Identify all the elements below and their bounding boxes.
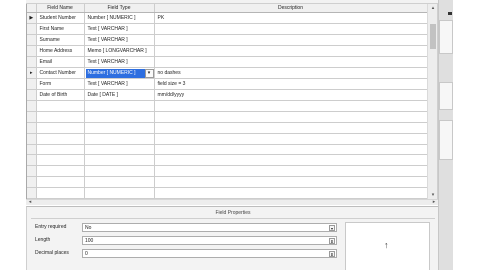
description-cell[interactable]	[154, 23, 428, 35]
table-row[interactable]: Email Text [ VARCHAR ]	[27, 56, 428, 68]
description-cell[interactable]	[154, 45, 428, 57]
property-label: Length	[35, 237, 51, 243]
field-grid: Field Name Field Type Description ▶ Stud…	[26, 4, 438, 205]
side-panel-strip	[438, 0, 453, 270]
row-header[interactable]	[27, 23, 37, 35]
field-properties-panel: Field Properties Entry required No ▾ Len…	[26, 206, 438, 270]
row-header[interactable]	[27, 89, 37, 101]
row-header[interactable]	[27, 78, 37, 90]
empty-row[interactable]	[27, 187, 428, 200]
field-type-cell[interactable]: Text [ VARCHAR ]	[84, 78, 155, 90]
empty-row[interactable]	[27, 165, 428, 178]
field-type-cell[interactable]: Number [ NUMERIC ]	[84, 12, 155, 24]
side-tab[interactable]	[439, 120, 453, 160]
field-type-selected-value[interactable]: Number [ NUMERIC ]	[85, 69, 145, 78]
spin-icon[interactable]: ⬍	[329, 238, 335, 244]
table-row-selected[interactable]: ▸ Contact Number Number [ NUMERIC ] ▾ no …	[27, 67, 428, 79]
length-value: 100	[85, 238, 94, 244]
description-cell[interactable]	[154, 56, 428, 68]
property-decimal-places: Decimal places 0 ⬍	[35, 249, 337, 258]
empty-row[interactable]	[27, 111, 428, 123]
empty-row[interactable]	[27, 154, 428, 167]
window-control-icon[interactable]	[448, 12, 452, 15]
table-header-row: Field Name Field Type Description	[27, 4, 428, 13]
field-type-select[interactable]: Number [ NUMERIC ] ▾	[84, 67, 155, 79]
empty-row[interactable]	[27, 133, 428, 145]
up-arrow-icon: ↑	[384, 240, 389, 250]
field-properties-title: Field Properties	[215, 210, 251, 216]
vertical-scrollbar[interactable]: ▴ ▾	[427, 4, 437, 199]
description-cell[interactable]: mm/dd/yyyy	[154, 89, 428, 101]
scroll-up-icon[interactable]: ▴	[428, 4, 438, 12]
empty-row[interactable]	[27, 122, 428, 134]
horizontal-scrollbar[interactable]: ◂ ▸	[26, 199, 438, 205]
field-name-cell[interactable]: First Name	[36, 23, 85, 35]
field-name-cell[interactable]: Date of Birth	[36, 89, 85, 101]
header-description[interactable]: Description	[154, 4, 428, 13]
field-type-cell[interactable]: Date [ DATE ]	[84, 89, 155, 101]
row-marker[interactable]: ▸	[27, 67, 37, 79]
description-cell[interactable]	[154, 34, 428, 46]
empty-row[interactable]	[27, 100, 428, 112]
table-row[interactable]: ▶ Student Number Number [ NUMERIC ] PK	[27, 12, 428, 24]
field-table: Field Name Field Type Description ▶ Stud…	[27, 4, 428, 200]
table-row[interactable]: Form Text [ VARCHAR ] field size = 3	[27, 78, 428, 90]
property-length: Length 100 ⬍	[35, 236, 337, 245]
field-type-cell[interactable]: Text [ VARCHAR ]	[84, 34, 155, 46]
left-margin	[0, 0, 26, 270]
field-name-cell[interactable]: Contact Number	[36, 67, 85, 79]
empty-row[interactable]	[27, 144, 428, 156]
row-header[interactable]	[27, 34, 37, 46]
header-field-name[interactable]: Field Name	[36, 4, 85, 13]
row-header[interactable]	[27, 56, 37, 68]
table-row[interactable]: First Name Text [ VARCHAR ]	[27, 23, 428, 35]
property-label: Entry required	[35, 224, 67, 230]
field-type-cell[interactable]: Text [ VARCHAR ]	[84, 23, 155, 35]
field-name-cell[interactable]: Surname	[36, 34, 85, 46]
chevron-down-icon[interactable]: ▾	[144, 69, 153, 78]
property-entry-required: Entry required No ▾	[35, 223, 337, 232]
empty-row[interactable]	[27, 176, 428, 189]
length-stepper[interactable]: 100 ⬍	[82, 236, 337, 245]
field-name-cell[interactable]: Form	[36, 78, 85, 90]
table-row[interactable]: Home Address Memo [ LONGVARCHAR ]	[27, 45, 428, 57]
entry-required-value: No	[85, 225, 92, 231]
description-cell[interactable]: no dashes	[154, 67, 428, 79]
scroll-thumb[interactable]	[430, 24, 436, 49]
divider	[31, 218, 435, 219]
chevron-down-icon[interactable]: ▾	[329, 225, 335, 231]
scroll-left-icon[interactable]: ◂	[26, 199, 34, 205]
description-cell[interactable]: PK	[154, 12, 428, 24]
description-cell[interactable]: field size = 3	[154, 78, 428, 90]
scroll-right-icon[interactable]: ▸	[430, 199, 438, 205]
field-name-cell[interactable]: Home Address	[36, 45, 85, 57]
field-type-cell[interactable]: Text [ VARCHAR ]	[84, 56, 155, 68]
header-field-type[interactable]: Field Type	[84, 4, 155, 13]
entry-required-select[interactable]: No ▾	[82, 223, 337, 232]
decimal-places-value: 0	[85, 251, 88, 257]
field-type-cell[interactable]: Memo [ LONGVARCHAR ]	[84, 45, 155, 57]
row-header[interactable]	[27, 45, 37, 57]
scroll-down-icon[interactable]: ▾	[428, 191, 438, 199]
property-help-box: ↑	[345, 222, 430, 270]
table-row[interactable]: Date of Birth Date [ DATE ] mm/dd/yyyy	[27, 89, 428, 101]
property-label: Decimal places	[35, 250, 69, 256]
field-name-cell[interactable]: Email	[36, 56, 85, 68]
table-row[interactable]: Surname Text [ VARCHAR ]	[27, 34, 428, 46]
row-marker[interactable]: ▶	[27, 12, 37, 24]
side-tab[interactable]	[439, 20, 453, 54]
field-name-cell[interactable]: Student Number	[36, 12, 85, 24]
decimal-places-stepper[interactable]: 0 ⬍	[82, 249, 337, 258]
side-tab[interactable]	[439, 82, 453, 110]
spin-icon[interactable]: ⬍	[329, 251, 335, 257]
header-corner	[27, 4, 37, 13]
